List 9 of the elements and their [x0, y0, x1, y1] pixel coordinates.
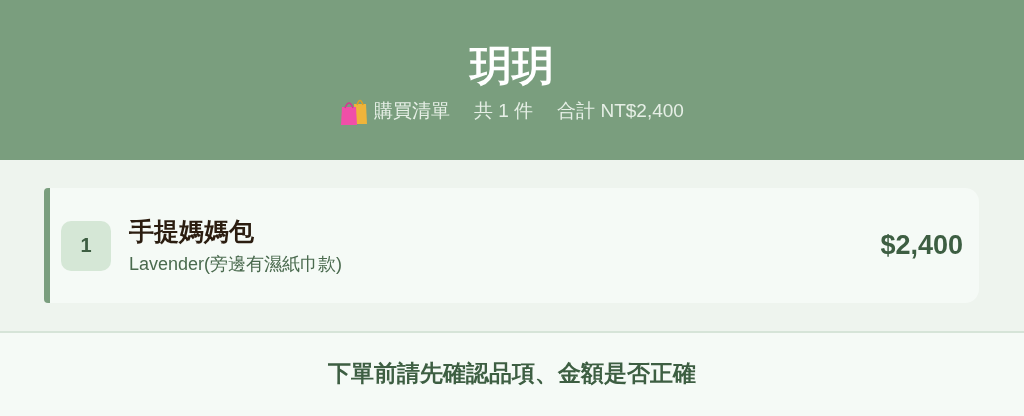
confirmation-note: 下單前請先確認品項、金額是否正確	[328, 359, 696, 388]
page-title: 玥玥	[470, 41, 554, 91]
item-variant: Lavender(旁邊有濕紙巾款)	[129, 253, 344, 276]
item-number: 1	[61, 220, 111, 271]
list-label: 購買清單	[374, 99, 451, 123]
item-count: 共 1 件	[474, 99, 534, 123]
total-amount: 合計 NT$2,400	[557, 99, 684, 123]
item-name: 手提媽媽包	[129, 216, 255, 247]
item-price: $2,400	[880, 230, 963, 261]
